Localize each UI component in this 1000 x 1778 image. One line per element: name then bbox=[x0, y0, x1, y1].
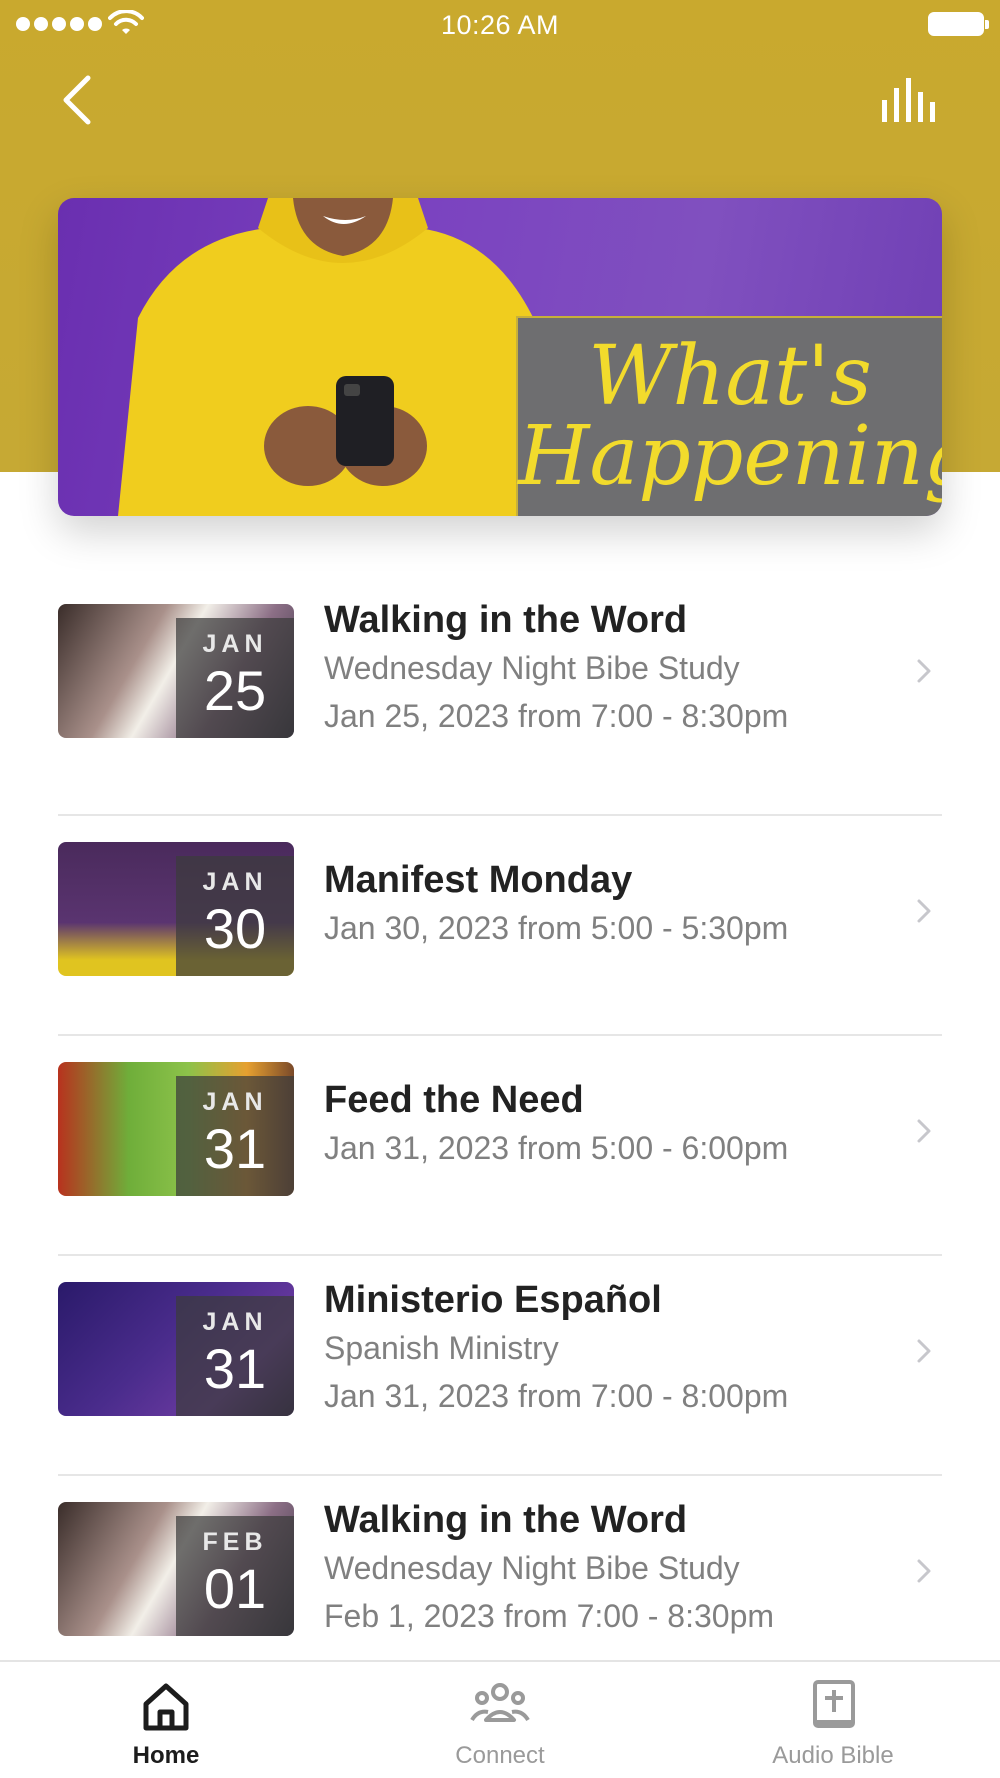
date-badge: JAN 30 bbox=[176, 856, 294, 976]
event-item[interactable]: JAN 31 Ministerio Español Spanish Minist… bbox=[58, 1256, 942, 1476]
tab-label: Connect bbox=[455, 1742, 545, 1769]
status-bar: 10:26 AM bbox=[0, 0, 1000, 50]
event-datetime: Jan 31, 2023 from 5:00 - 6:00pm bbox=[324, 1130, 789, 1166]
events-list: JAN 25 Walking in the Word Wednesday Nig… bbox=[58, 596, 942, 1696]
event-title: Ministerio Español bbox=[324, 1279, 662, 1321]
date-badge: JAN 31 bbox=[176, 1296, 294, 1416]
event-subtitle: Wednesday Night Bibe Study bbox=[324, 650, 740, 686]
banner-title-line2: Happening? bbox=[518, 409, 942, 504]
chevron-right-icon bbox=[917, 1119, 931, 1143]
chevron-right-icon bbox=[917, 1339, 931, 1363]
chevron-left-icon bbox=[63, 75, 91, 125]
banner-title-box: What's Happening? bbox=[516, 316, 942, 516]
people-group-icon bbox=[470, 1683, 530, 1722]
event-title: Feed the Need bbox=[324, 1079, 584, 1121]
event-thumbnail: JAN 31 bbox=[58, 1062, 294, 1196]
event-datetime: Feb 1, 2023 from 7:00 - 8:30pm bbox=[324, 1598, 775, 1634]
event-item[interactable]: JAN 31 Feed the Need Jan 31, 2023 from 5… bbox=[58, 1036, 942, 1256]
event-thumbnail: JAN 31 bbox=[58, 1282, 294, 1416]
date-badge: FEB 01 bbox=[176, 1516, 294, 1636]
event-subtitle: Spanish Ministry bbox=[324, 1330, 559, 1366]
event-title: Walking in the Word bbox=[324, 1499, 688, 1541]
chevron-right-icon bbox=[917, 659, 931, 683]
event-thumbnail: FEB 01 bbox=[58, 1502, 294, 1636]
status-time: 10:26 AM bbox=[440, 10, 560, 40]
back-button[interactable] bbox=[56, 72, 100, 128]
event-datetime: Jan 30, 2023 from 5:00 - 5:30pm bbox=[324, 910, 789, 946]
tab-bar: Home Connect Audio Bible bbox=[0, 1660, 1000, 1778]
event-subtitle: Wednesday Night Bibe Study bbox=[324, 1550, 740, 1586]
chevron-right-icon bbox=[917, 899, 931, 923]
battery-icon bbox=[928, 12, 989, 36]
event-thumbnail: JAN 30 bbox=[58, 842, 294, 976]
event-title: Manifest Monday bbox=[324, 859, 633, 901]
audio-menu-button[interactable] bbox=[880, 78, 938, 124]
tab-connect[interactable]: Connect bbox=[400, 1662, 600, 1778]
home-icon bbox=[143, 1683, 189, 1731]
bible-book-icon bbox=[813, 1680, 855, 1728]
whats-happening-banner: What's Happening? bbox=[58, 198, 942, 516]
events-screen: 10:26 AM What's Happenin JAN 25 Walking … bbox=[0, 0, 1000, 1778]
event-thumbnail: JAN 25 bbox=[58, 604, 294, 738]
tab-audio-bible[interactable]: Audio Bible bbox=[733, 1662, 933, 1778]
event-datetime: Jan 31, 2023 from 7:00 - 8:00pm bbox=[324, 1378, 789, 1414]
equalizer-bars-icon bbox=[882, 78, 935, 122]
date-badge: JAN 25 bbox=[176, 618, 294, 738]
date-badge: JAN 31 bbox=[176, 1076, 294, 1196]
tab-home[interactable]: Home bbox=[66, 1662, 266, 1778]
event-title: Walking in the Word bbox=[324, 599, 688, 641]
woman-with-phone-image bbox=[118, 198, 558, 516]
tab-label: Home bbox=[132, 1742, 200, 1769]
chevron-right-icon bbox=[917, 1559, 931, 1583]
tab-label: Audio Bible bbox=[772, 1742, 894, 1769]
event-item[interactable]: JAN 30 Manifest Monday Jan 30, 2023 from… bbox=[58, 816, 942, 1036]
event-datetime: Jan 25, 2023 from 7:00 - 8:30pm bbox=[324, 698, 789, 734]
event-item[interactable]: JAN 25 Walking in the Word Wednesday Nig… bbox=[58, 596, 942, 816]
